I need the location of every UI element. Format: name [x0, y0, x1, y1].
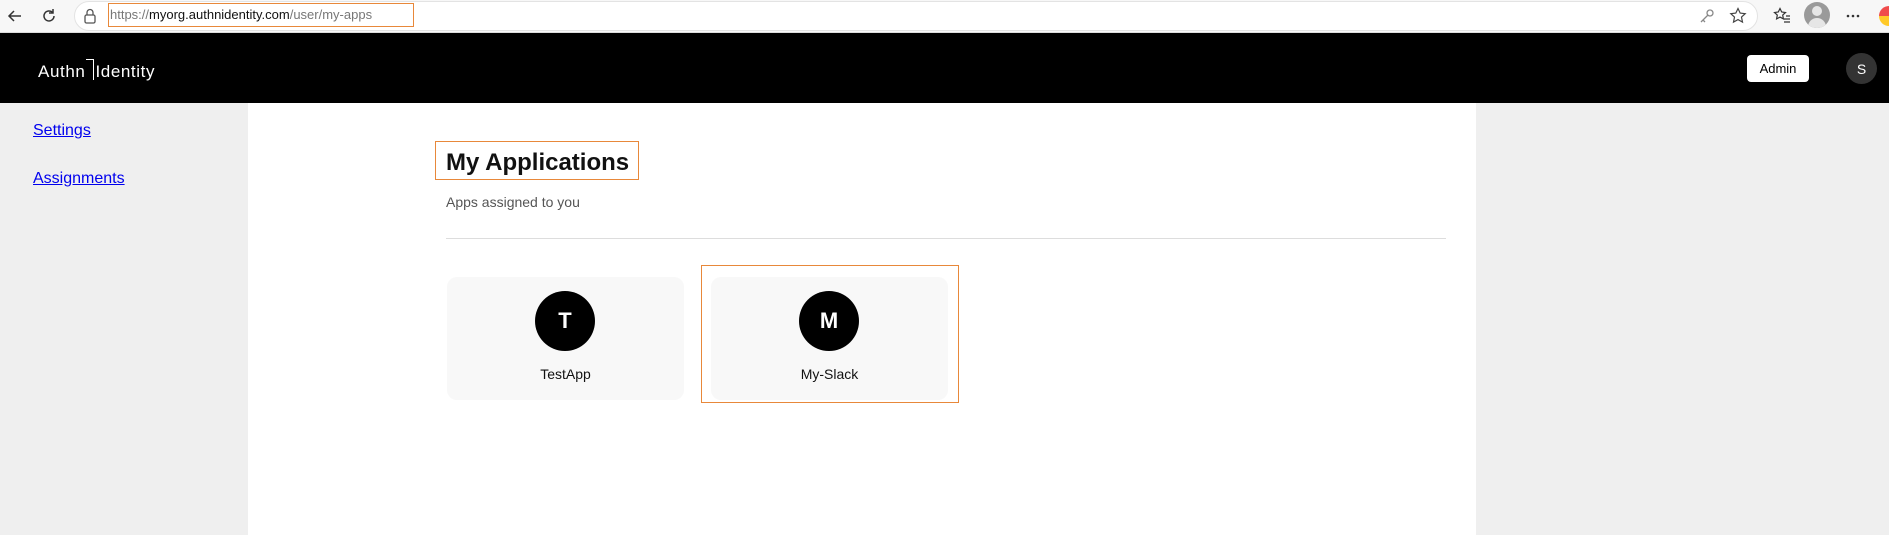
app-header: Authn Identity Admin S — [0, 33, 1889, 103]
logo-text-left: Authn — [38, 62, 86, 81]
user-avatar[interactable]: S — [1846, 53, 1877, 84]
app-name-my-slack: My-Slack — [800, 366, 859, 382]
lock-icon — [84, 8, 96, 24]
refresh-icon — [43, 9, 55, 22]
favorites-button[interactable] — [1769, 3, 1795, 29]
star-icon — [1729, 7, 1747, 24]
app-name-testapp: TestApp — [540, 366, 591, 382]
url-path: /user/my-apps — [289, 7, 373, 22]
app-icon-my-slack: M — [799, 291, 859, 351]
brand-logo[interactable]: Authn Identity — [38, 59, 155, 82]
app-card-my-slack[interactable]: M My-Slack — [711, 277, 948, 400]
logo-text-right: Identity — [95, 62, 156, 81]
logo-bracket-shape — [86, 59, 95, 80]
app-card-testapp[interactable]: T TestApp — [447, 277, 684, 400]
ellipsis-icon — [1846, 14, 1860, 18]
browser-toolbar: https://myorg.authnidentity.com/user/my-… — [0, 0, 1889, 33]
sidebar-link-settings[interactable]: Settings — [33, 122, 91, 140]
profile-head-shape — [1812, 6, 1822, 16]
sidebar-link-assignments[interactable]: Assignments — [33, 170, 125, 188]
refresh-button[interactable] — [36, 3, 62, 29]
sidebar: Settings Assignments — [0, 103, 248, 535]
page-subtitle: Apps assigned to you — [446, 194, 580, 210]
admin-button[interactable]: Admin — [1747, 55, 1809, 82]
favorites-list-icon — [1773, 7, 1790, 23]
favorite-button[interactable] — [1725, 3, 1751, 29]
url-text[interactable]: https://myorg.authnidentity.com/user/my-… — [108, 3, 414, 27]
app-icon-testapp: T — [535, 291, 595, 351]
back-button[interactable] — [2, 3, 28, 29]
back-arrow-icon — [7, 10, 21, 22]
url-domain: myorg.authnidentity.com — [149, 7, 290, 22]
main-content: My Applications Apps assigned to you T T… — [248, 103, 1476, 535]
profile-avatar[interactable] — [1804, 2, 1830, 28]
more-options-button[interactable] — [1840, 3, 1866, 29]
profile-body-shape — [1808, 18, 1826, 28]
right-empty-pane — [1476, 103, 1889, 535]
key-icon — [1700, 9, 1714, 23]
divider — [446, 238, 1446, 239]
page-title: My Applications — [446, 149, 630, 176]
url-scheme: https:// — [110, 7, 150, 22]
password-key-button[interactable] — [1694, 3, 1720, 29]
copilot-icon[interactable] — [1879, 6, 1889, 26]
